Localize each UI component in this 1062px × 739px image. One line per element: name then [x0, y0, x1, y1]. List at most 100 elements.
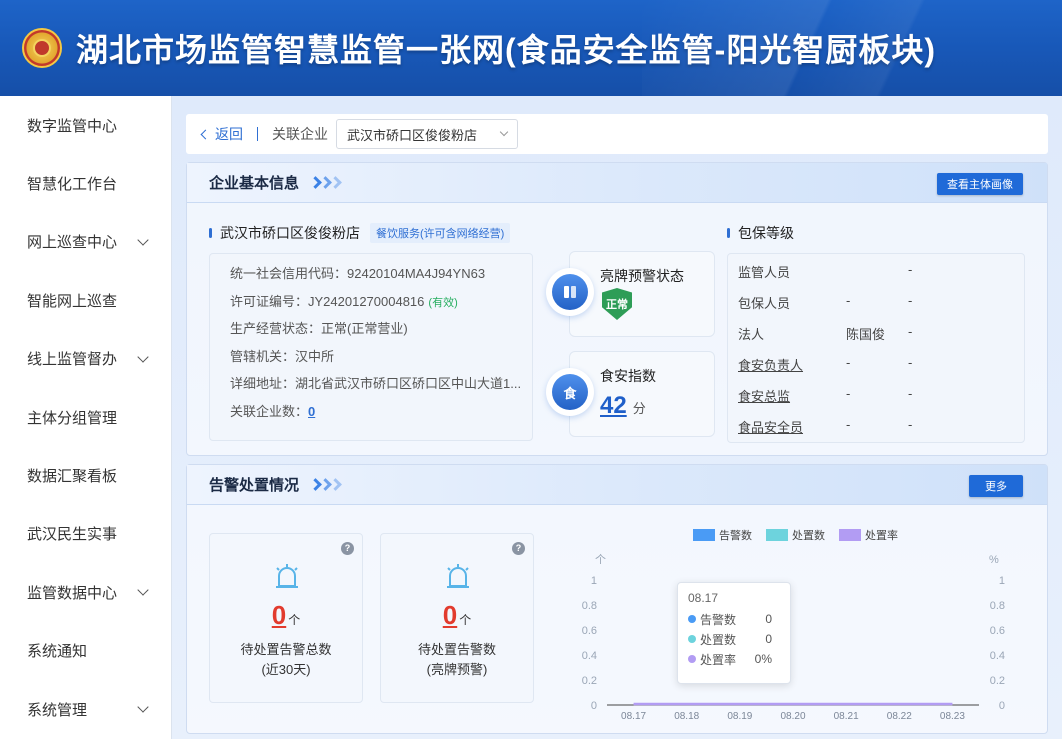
legend-label: 处置率: [865, 530, 898, 542]
insurance-row: 监管人员 -: [738, 262, 1018, 282]
insurance-row: 食品安全员 - -: [738, 417, 1018, 437]
tooltip-series-value: 0: [765, 612, 772, 626]
help-icon[interactable]: ?: [341, 542, 354, 555]
alarm-label-main: 待处置告警数: [417, 642, 496, 657]
legend-swatch: [839, 529, 861, 541]
insurance-value-2: -: [908, 417, 913, 432]
insurance-value-2: -: [908, 293, 913, 308]
insurance-row: 食安总监 - -: [738, 386, 1018, 406]
insurance-label[interactable]: 食安总监: [738, 386, 790, 405]
alarm-count-unit: 个: [288, 613, 301, 627]
sidebar-item[interactable]: 智能网上巡查: [0, 271, 171, 329]
panel-title: 告警处置情况: [209, 477, 300, 494]
sidebar-item[interactable]: 线上监管督办: [0, 330, 171, 388]
tooltip-series-name: 告警数: [700, 612, 737, 627]
more-button[interactable]: 更多: [969, 475, 1023, 497]
sidebar-item[interactable]: 数据汇聚看板: [0, 446, 171, 504]
legend-item[interactable]: 处置数: [766, 527, 825, 543]
y-tick-left: 0.6: [582, 625, 597, 637]
insurance-label[interactable]: 食安负责人: [738, 355, 803, 374]
insurance-value-2: -: [908, 324, 913, 339]
y-tick-left: 0: [591, 700, 597, 712]
tooltip-date: 08.17: [688, 591, 719, 605]
food-index-value[interactable]: 42: [600, 392, 627, 420]
food-index-card: 食 食安指数 42 分: [546, 351, 715, 437]
alarm-light-icon: [447, 564, 469, 588]
food-shield-icon: 食: [546, 368, 594, 416]
alarm-label: 待处置告警数 (亮牌预警): [381, 640, 533, 680]
sidebar-item[interactable]: 数字监管中心: [0, 96, 171, 154]
sidebar-item[interactable]: 网上巡查中心: [0, 213, 171, 271]
insurance-row: 法人 陈国俊 -: [738, 324, 1018, 344]
related-company-label: 关联企业: [272, 126, 328, 142]
sidebar-item-label: 主体分组管理: [27, 409, 118, 427]
alarm-header: 告警处置情况 更多: [187, 465, 1047, 505]
section-marker: [727, 228, 730, 238]
left-unit-label: 个: [595, 553, 606, 566]
chevron-left-icon: [200, 129, 211, 139]
legend-item[interactable]: 处置率: [839, 527, 898, 543]
tooltip-row: 处置率 0%: [688, 649, 780, 669]
business-status: 生产经营状态：正常(正常营业): [230, 321, 408, 336]
y-tick-left: 0.4: [582, 650, 597, 662]
sidebar-item-label: 系统管理: [27, 701, 88, 719]
sidebar-item[interactable]: 智慧化工作台: [0, 154, 171, 212]
basic-info-header: 企业基本信息 查看主体画像: [187, 163, 1047, 203]
legend-swatch: [693, 529, 715, 541]
related-count-row: 关联企业数：0: [230, 398, 532, 426]
address: 详细地址：湖北省武汉市硚口区硚口区中山大道1...: [230, 376, 522, 391]
tooltip-row: 处置数 0: [688, 629, 780, 649]
header-decoration: [642, 0, 1062, 96]
x-tick-label: 08.21: [834, 711, 859, 722]
sidebar-item-label: 数字监管中心: [27, 117, 118, 135]
toolbar: 返回 关联企业 武汉市硚口区俊俊粉店: [186, 114, 1048, 154]
license-status: (有效): [428, 296, 458, 309]
related-company-select[interactable]: 武汉市硚口区俊俊粉店: [336, 119, 518, 149]
credit-code: 统一社会信用代码：92420104MA4J94YN63: [230, 266, 486, 281]
sidebar-item[interactable]: 武汉民生实事: [0, 505, 171, 563]
y-tick-right: 0: [999, 700, 1005, 712]
warning-status-title: 亮牌预警状态: [600, 268, 684, 284]
insurance-label: 包保人员: [738, 296, 791, 311]
x-tick-label: 08.20: [780, 711, 805, 722]
insurance-label[interactable]: 食品安全员: [738, 417, 803, 436]
related-count-link[interactable]: 0: [308, 404, 315, 419]
back-button[interactable]: 返回: [200, 124, 243, 144]
insurance-value-1: -: [846, 386, 851, 401]
insurance-value-2: -: [908, 355, 913, 370]
y-tick-right: 0.8: [990, 600, 1005, 612]
insurance-row: 包保人员 - -: [738, 293, 1018, 313]
arrows-icon: [309, 478, 342, 491]
basic-info-panel: 企业基本信息 查看主体画像 武汉市硚口区俊俊粉店 餐饮服务(许可含网络经营) 统…: [186, 162, 1048, 456]
alarm-count-value[interactable]: 0: [272, 600, 286, 630]
legend-item[interactable]: 告警数: [693, 527, 752, 543]
series-dot-icon: [688, 655, 696, 663]
chevron-down-icon: [499, 127, 509, 137]
tooltip-series-value: 0: [765, 632, 772, 646]
alarm-count-value[interactable]: 0: [443, 600, 457, 630]
y-tick-left: 0.8: [582, 600, 597, 612]
warning-icon: [546, 268, 594, 316]
food-icon-text: 食: [552, 374, 588, 410]
alarm-light-icon: [276, 564, 298, 588]
sidebar-item-label: 系统通知: [27, 643, 88, 661]
authority: 管辖机关：汉中所: [230, 348, 335, 364]
panel-title: 企业基本信息: [209, 175, 300, 192]
y-tick-right: 0.2: [990, 675, 1005, 687]
sidebar-item[interactable]: 系统通知: [0, 622, 171, 680]
license-number: 许可证编号：JY24201270004816: [230, 293, 425, 309]
sidebar-item[interactable]: 系统管理: [0, 680, 171, 738]
food-index-title: 食安指数: [600, 368, 656, 384]
divider: [257, 127, 258, 141]
sidebar-item[interactable]: 主体分组管理: [0, 388, 171, 446]
alarm-stat-card: ? 0 个待处置告警总数 (近30天): [209, 533, 363, 703]
help-icon[interactable]: ?: [512, 542, 525, 555]
selected-company: 武汉市硚口区俊俊粉店: [347, 127, 478, 143]
view-profile-button[interactable]: 查看主体画像: [937, 173, 1023, 195]
chart-tooltip: 08.17 告警数 0 处置数 0 处置率 0%: [677, 582, 791, 684]
sidebar: 数字监管中心智慧化工作台 网上巡查中心 智能网上巡查 线上监管督办主体分组管理数据汇聚…: [0, 96, 172, 739]
x-tick-label: 08.19: [727, 711, 752, 722]
legend-swatch: [766, 529, 788, 541]
sidebar-item-label: 武汉民生实事: [27, 526, 118, 544]
sidebar-item[interactable]: 监管数据中心: [0, 563, 171, 621]
